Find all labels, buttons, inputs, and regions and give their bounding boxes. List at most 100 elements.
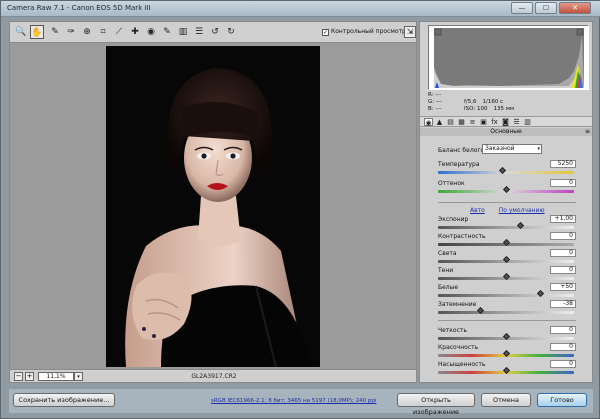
cancel-button[interactable]: Отмена bbox=[481, 393, 531, 407]
highlights-label: Света bbox=[438, 250, 457, 257]
highlights-value[interactable]: 0 bbox=[550, 249, 576, 257]
straighten-tool-icon[interactable]: ⟋ bbox=[112, 25, 126, 39]
adjustment-brush-tool-icon[interactable]: ✎ bbox=[160, 25, 174, 39]
clarity-slider-row: Четкость 0 bbox=[438, 326, 578, 342]
clarity-value[interactable]: 0 bbox=[550, 326, 576, 334]
tint-value[interactable]: 0 bbox=[550, 179, 576, 187]
title-bar: Camera Raw 7.1 - Canon EOS 5D Mark III —… bbox=[1, 1, 600, 17]
red-eye-tool-icon[interactable]: ◉ bbox=[144, 25, 158, 39]
temperature-label: Температура bbox=[438, 161, 480, 168]
white-balance-label: Баланс белого: bbox=[438, 147, 487, 154]
vibrance-value[interactable]: 0 bbox=[550, 343, 576, 351]
targeted-adjustment-tool-icon[interactable]: ⊕ bbox=[80, 25, 94, 39]
photo-preview[interactable] bbox=[106, 46, 320, 367]
portrait-image bbox=[106, 46, 320, 367]
spot-removal-tool-icon[interactable]: ✚ bbox=[128, 25, 142, 39]
saturation-slider-row: Насыщенность 0 bbox=[438, 360, 578, 376]
close-button[interactable]: ✕ bbox=[559, 2, 591, 14]
preview-checkbox-label: Контрольный просмотр bbox=[331, 28, 406, 35]
file-name: GL2A3917.CR2 bbox=[191, 373, 237, 380]
bottom-bar: Сохранить изображение... sRGB IEC61966-2… bbox=[9, 389, 593, 416]
blacks-label: Затемнение bbox=[438, 301, 477, 308]
blacks-track[interactable] bbox=[438, 311, 574, 314]
adjustments-panel: R: --- G: --- B: --- f/5,6 1/160 с ISO: 1… bbox=[419, 21, 593, 383]
aperture-value: f/5,6 bbox=[464, 99, 477, 105]
tab-presets-icon[interactable]: ☰ bbox=[512, 118, 521, 126]
tab-basic-icon[interactable]: ◉ bbox=[424, 118, 433, 127]
contrast-label: Контрастность bbox=[438, 233, 486, 240]
minimize-button[interactable]: — bbox=[511, 2, 533, 14]
preview-checkbox-box[interactable]: ✓ bbox=[322, 29, 329, 36]
tab-hsl-icon[interactable]: ▦ bbox=[457, 118, 466, 126]
rotate-left-icon[interactable]: ↺ bbox=[208, 25, 222, 39]
highlights-slider-row: Света 0 bbox=[438, 249, 578, 265]
clarity-label: Четкость bbox=[438, 327, 467, 334]
tab-detail-icon[interactable]: ▤ bbox=[446, 118, 455, 126]
section-menu-icon[interactable]: ≡ bbox=[585, 128, 590, 136]
exposure-track[interactable] bbox=[438, 226, 574, 229]
open-image-button[interactable]: Открыть изображение bbox=[397, 393, 475, 416]
panel-tabs: ◉ ▲ ▤ ▦ ≡ ▣ fx ◙ ☰ ▥ bbox=[420, 116, 592, 127]
image-canvas[interactable] bbox=[9, 43, 417, 369]
crop-tool-icon[interactable]: ⌗ bbox=[96, 25, 110, 39]
exposure-label: Экспонир bbox=[438, 216, 469, 223]
shutter-value: 1/160 с bbox=[482, 99, 504, 105]
exposure-value[interactable]: +1,00 bbox=[550, 215, 576, 223]
whites-label: Белые bbox=[438, 284, 459, 291]
done-button[interactable]: Готово bbox=[537, 393, 587, 407]
temperature-value[interactable]: 5250 bbox=[550, 160, 576, 168]
auto-links: Авто По умолчанию bbox=[470, 207, 557, 214]
contrast-value[interactable]: 0 bbox=[550, 232, 576, 240]
saturation-label: Насыщенность bbox=[438, 361, 486, 368]
exposure-slider-row: Экспонир +1,00 bbox=[438, 215, 578, 231]
auto-link[interactable]: Авто bbox=[470, 207, 485, 214]
fullscreen-toggle-icon[interactable]: ⇲ bbox=[404, 26, 416, 38]
tab-effects-icon[interactable]: fx bbox=[490, 118, 499, 126]
rotate-right-icon[interactable]: ↻ bbox=[224, 25, 238, 39]
save-image-button[interactable]: Сохранить изображение... bbox=[13, 393, 115, 407]
section-header: Основные ≡ bbox=[420, 128, 592, 136]
default-link[interactable]: По умолчанию bbox=[499, 207, 545, 214]
vibrance-slider-row: Красочность 0 bbox=[438, 343, 578, 359]
chevron-down-icon: ▾ bbox=[537, 146, 540, 152]
toolbar: 🔍 ✋ ✎ ✑ ⊕ ⌗ ⟋ ✚ ◉ ✎ ▥ ☰ ↺ ↻ ✓ Контрольный… bbox=[9, 21, 417, 43]
tint-slider-row: Оттенок 0 bbox=[438, 179, 578, 195]
tab-tone-curve-icon[interactable]: ▲ bbox=[435, 118, 444, 126]
workflow-options-link[interactable]: sRGB IEC61966-2.1; 8 бит; 3465 на 5197 (… bbox=[211, 398, 376, 404]
blue-readout: B: --- bbox=[428, 106, 442, 112]
histogram-graph bbox=[429, 26, 589, 90]
preferences-icon[interactable]: ☰ bbox=[192, 25, 206, 39]
window-title: Camera Raw 7.1 - Canon EOS 5D Mark III bbox=[7, 4, 151, 12]
graduated-filter-tool-icon[interactable]: ▥ bbox=[176, 25, 190, 39]
whites-track[interactable] bbox=[438, 294, 574, 297]
temperature-track[interactable] bbox=[438, 171, 574, 174]
tab-camera-calibration-icon[interactable]: ◙ bbox=[501, 118, 510, 126]
color-sampler-tool-icon[interactable]: ✑ bbox=[64, 25, 78, 39]
divider bbox=[438, 320, 576, 321]
green-readout: G: --- bbox=[428, 99, 442, 105]
maximize-button[interactable]: ☐ bbox=[535, 2, 557, 14]
whites-value[interactable]: +50 bbox=[550, 283, 576, 291]
iso-value: ISO: 100 bbox=[464, 106, 488, 112]
tab-lens-corrections-icon[interactable]: ▣ bbox=[479, 118, 488, 126]
saturation-value[interactable]: 0 bbox=[550, 360, 576, 368]
red-readout: R: --- bbox=[428, 92, 442, 98]
white-balance-select[interactable]: Заказной ▾ bbox=[482, 144, 542, 154]
canvas-status-bar: − + 11,1% ▾ GL2A3917.CR2 bbox=[9, 369, 417, 383]
zoom-tool-icon[interactable]: 🔍 bbox=[14, 25, 28, 39]
preview-checkbox[interactable]: ✓ Контрольный просмотр bbox=[322, 28, 406, 36]
camera-raw-window: Camera Raw 7.1 - Canon EOS 5D Mark III —… bbox=[0, 0, 600, 419]
histogram bbox=[428, 25, 589, 90]
blacks-value[interactable]: -38 bbox=[550, 300, 576, 308]
shadows-label: Тени bbox=[438, 267, 454, 274]
shadows-value[interactable]: 0 bbox=[550, 266, 576, 274]
temperature-slider-row: Температура 5250 bbox=[438, 160, 578, 176]
tab-split-toning-icon[interactable]: ≡ bbox=[468, 118, 477, 126]
tab-snapshots-icon[interactable]: ▥ bbox=[523, 118, 532, 126]
white-balance-tool-icon[interactable]: ✎ bbox=[48, 25, 62, 39]
hand-tool-icon[interactable]: ✋ bbox=[30, 25, 44, 39]
blacks-slider-row: Затемнение -38 bbox=[438, 300, 578, 316]
section-title: Основные bbox=[490, 128, 522, 135]
shadows-slider-row: Тени 0 bbox=[438, 266, 578, 282]
vibrance-label: Красочность bbox=[438, 344, 479, 351]
